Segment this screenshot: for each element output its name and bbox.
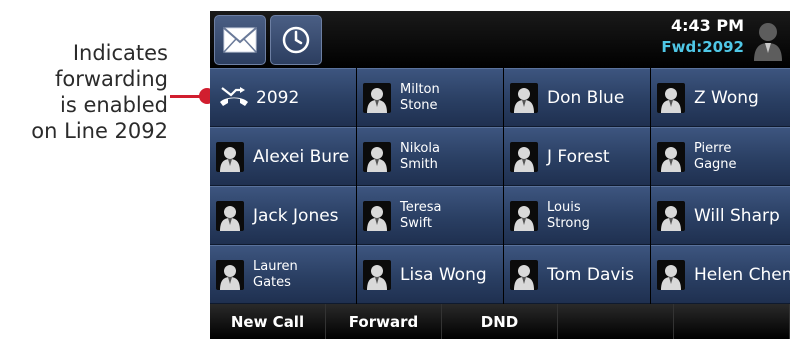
key-label-line: Z Wong: [694, 87, 759, 108]
key-label: J Forest: [547, 147, 610, 167]
contact-key[interactable]: Jack Jones: [210, 186, 356, 245]
key-label-line: Helen Chen: [694, 264, 790, 285]
person-icon: [510, 200, 538, 231]
key-label: Teresa Swift: [400, 200, 442, 232]
contact-key[interactable]: Teresa Swift: [357, 186, 503, 245]
key-label: Nikola Smith: [400, 141, 440, 173]
key-label-line: Swift: [400, 215, 432, 231]
key-label: Lisa Wong: [400, 265, 487, 285]
key-label-line: Strong: [547, 215, 590, 231]
key-label: Tom Davis: [547, 265, 634, 285]
contact-key[interactable]: Nikola Smith: [357, 127, 503, 186]
key-label: Jack Jones: [253, 206, 339, 226]
soft-key[interactable]: DND: [442, 304, 558, 339]
call-forward-icon: [216, 85, 252, 111]
key-label-line: Milton: [400, 81, 440, 97]
contact-key[interactable]: Lauren Gates: [210, 245, 356, 304]
key-label: 2092: [256, 88, 299, 108]
key-label-line: Pierre: [694, 140, 732, 156]
phone-screen: 4:43 PM Fwd:2092 2092 Milton Stone Don Blue…: [210, 11, 790, 339]
key-label: Milton Stone: [400, 82, 440, 114]
line-key-2092[interactable]: 2092: [210, 68, 356, 127]
soft-key[interactable]: New Call: [210, 304, 326, 339]
annotation-line: is enabled: [60, 93, 168, 117]
key-label: Alexei Bure: [253, 147, 349, 167]
clock-icon: [282, 26, 310, 54]
key-label-line: Don Blue: [547, 87, 625, 108]
contact-key[interactable]: Pierre Gagne: [651, 127, 790, 186]
key-label-line: Nikola: [400, 140, 440, 156]
key-label-line: Alexei Bure: [253, 146, 350, 167]
key-label-line: J Forest: [547, 146, 610, 167]
person-icon: [510, 141, 538, 172]
contact-key[interactable]: Milton Stone: [357, 68, 503, 127]
person-icon: [363, 141, 391, 172]
key-label-line: Jack Jones: [253, 205, 339, 226]
contact-key[interactable]: J Forest: [504, 127, 650, 186]
person-icon: [657, 259, 685, 290]
key-label-line: Smith: [400, 156, 438, 172]
person-icon: [657, 141, 685, 172]
line-key-grid: 2092 Milton Stone Don Blue Z Wong Alexei Bure…: [210, 68, 790, 304]
contact-key[interactable]: Tom Davis: [504, 245, 650, 304]
soft-key[interactable]: [558, 304, 674, 339]
contact-key[interactable]: Helen Chen: [651, 245, 790, 304]
key-label-line: Gagne: [694, 156, 737, 172]
annotation-line: Indicates: [72, 41, 168, 65]
soft-key[interactable]: Forward: [326, 304, 442, 339]
annotation-line: forwarding: [55, 67, 168, 91]
soft-key[interactable]: [674, 304, 790, 339]
envelope-icon: [223, 27, 257, 53]
person-icon: [363, 200, 391, 231]
status-bar: 4:43 PM Fwd:2092: [210, 11, 790, 68]
contact-key[interactable]: Louis Strong: [504, 186, 650, 245]
contact-key[interactable]: Don Blue: [504, 68, 650, 127]
person-icon: [657, 82, 685, 113]
contact-key[interactable]: Alexei Bure: [210, 127, 356, 186]
forward-status: Fwd:2092: [661, 38, 744, 56]
contact-key[interactable]: Will Sharp: [651, 186, 790, 245]
contact-key[interactable]: Lisa Wong: [357, 245, 503, 304]
person-icon: [510, 259, 538, 290]
person-icon: [657, 200, 685, 231]
person-icon: [363, 259, 391, 290]
person-icon: [510, 82, 538, 113]
messages-button[interactable]: [214, 15, 266, 65]
key-label: Louis Strong: [547, 200, 590, 232]
key-label-line: Louis: [547, 199, 581, 215]
person-icon: [216, 259, 244, 290]
clock-time: 4:43 PM: [670, 16, 744, 35]
soft-key-bar: New Call Forward DND: [210, 304, 790, 339]
recent-calls-button[interactable]: [270, 15, 322, 65]
key-label: Will Sharp: [694, 206, 780, 226]
key-label-line: Lisa Wong: [400, 264, 487, 285]
key-label: Pierre Gagne: [694, 141, 737, 173]
key-label-line: Gates: [253, 274, 291, 290]
annotation-line: on Line 2092: [31, 119, 168, 143]
person-icon: [216, 200, 244, 231]
person-icon: [216, 141, 244, 172]
key-label-line: Stone: [400, 97, 438, 113]
forwarding-annotation: Indicates forwarding is enabled on Line …: [0, 40, 168, 144]
key-label: Z Wong: [694, 88, 759, 108]
user-avatar-icon[interactable]: [752, 19, 784, 63]
person-icon: [363, 82, 391, 113]
contact-key[interactable]: Z Wong: [651, 68, 790, 127]
key-label-line: 2092: [256, 87, 300, 108]
key-label-line: Lauren: [253, 258, 298, 274]
key-label-line: Will Sharp: [694, 205, 780, 226]
key-label: Lauren Gates: [253, 259, 298, 291]
key-label-line: Tom Davis: [547, 264, 635, 285]
key-label: Helen Chen: [694, 265, 790, 285]
key-label-line: Teresa: [400, 199, 442, 215]
key-label: Don Blue: [547, 88, 624, 108]
